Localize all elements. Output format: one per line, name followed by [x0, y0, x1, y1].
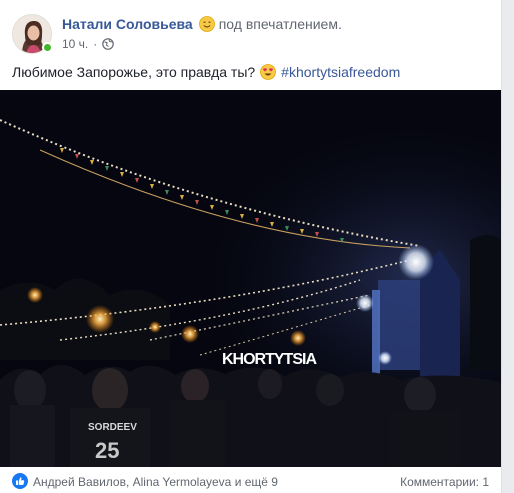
author-name[interactable]: Натали Соловьева	[62, 16, 193, 32]
like-icon[interactable]	[12, 473, 28, 489]
online-status-dot	[42, 42, 53, 53]
heart-eyes-icon	[260, 64, 277, 80]
smiling-face-icon	[198, 16, 215, 32]
post-message-text: Любимое Запорожье, это правда ты?	[12, 64, 256, 80]
globe-icon[interactable]	[102, 38, 115, 50]
post-timestamp[interactable]: 10 ч.	[62, 37, 88, 51]
post-footer: Андрей Вавилов, Alina Yermolayeva и ещё …	[0, 467, 501, 493]
facebook-post: Натали Соловьева под впечатлением. 10 ч.…	[0, 0, 514, 493]
comments-count[interactable]: Комментарии: 1	[400, 475, 489, 489]
feeling-text: под впечатлением.	[218, 16, 342, 32]
post-message: Любимое Запорожье, это правда ты? #khort…	[12, 64, 400, 80]
hashtag-link[interactable]: #khortytsiafreedom	[281, 64, 400, 80]
page-background-edge	[501, 0, 514, 493]
jersey-text: SORDEEV	[88, 422, 137, 433]
likes-summary[interactable]: Андрей Вавилов, Alina Yermolayeva и ещё …	[33, 475, 278, 489]
meta-separator: ·	[93, 37, 98, 51]
post-header: Натали Соловьева под впечатлением. 10 ч.…	[12, 10, 492, 56]
avatar[interactable]	[12, 14, 53, 54]
post-photo[interactable]: KHORTYTSIA SORDEEV 25	[0, 90, 501, 467]
jersey-number: 25	[95, 438, 119, 463]
photo-sign-text: KHORTYTSIA	[222, 351, 317, 368]
